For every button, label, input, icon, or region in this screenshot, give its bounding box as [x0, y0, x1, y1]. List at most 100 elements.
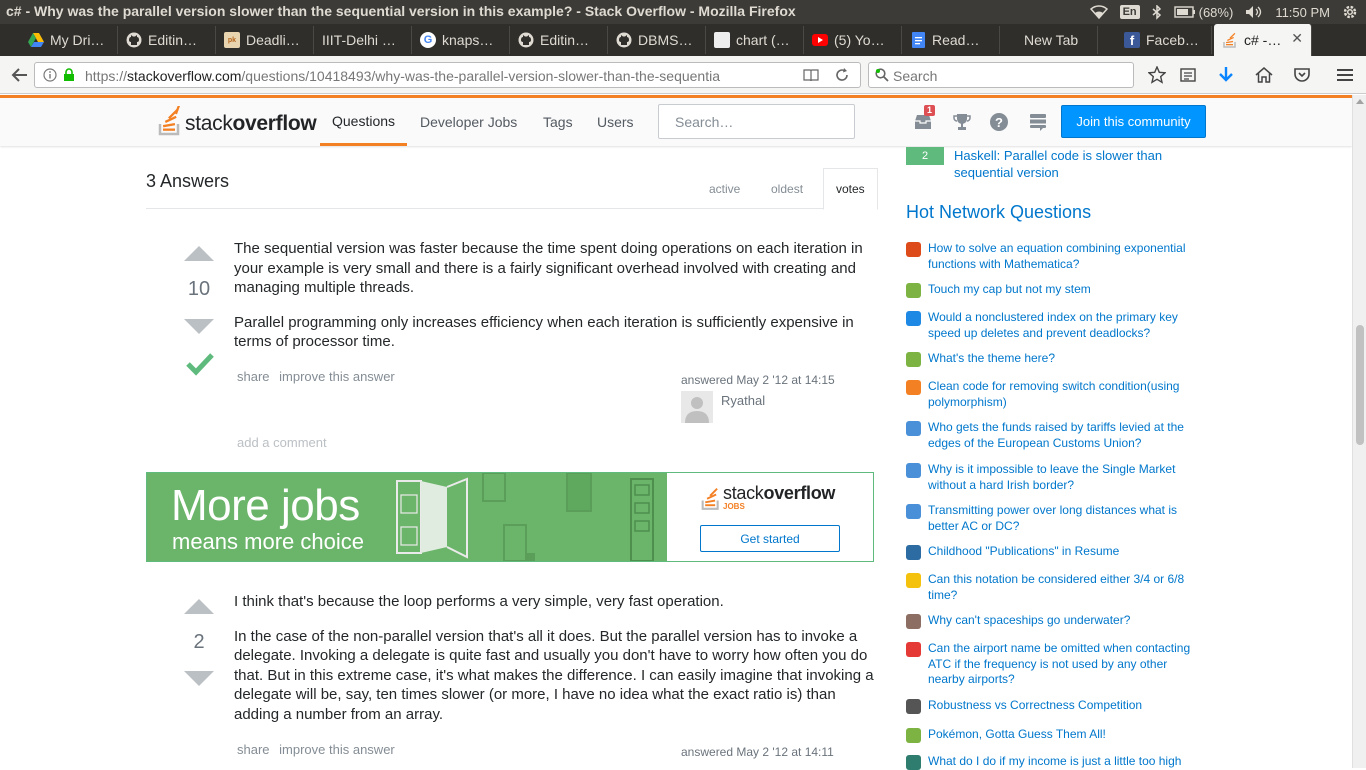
answer-body: The sequential version was faster becaus…: [234, 239, 874, 367]
browser-tab[interactable]: chart (…: [706, 26, 804, 54]
hot-network-question-link[interactable]: Can the airport name be omitted when con…: [928, 641, 1200, 688]
share-link[interactable]: share: [237, 369, 270, 384]
wifi-icon[interactable]: [1089, 5, 1108, 19]
search-bar[interactable]: Search: [868, 62, 1134, 88]
hot-network-question-link[interactable]: Would a nonclustered index on the primar…: [928, 310, 1200, 341]
reload-icon[interactable]: [835, 68, 849, 85]
hot-network-question-link[interactable]: Pokémon, Gotta Guess Them All!: [928, 727, 1200, 743]
browser-tab[interactable]: Editin…: [118, 26, 216, 54]
answer-post: 10 The sequential version was faster bec…: [146, 209, 874, 469]
avatar[interactable]: [681, 391, 713, 423]
achievements-trophy-icon[interactable]: [951, 111, 973, 133]
jobs-ad-banner[interactable]: More jobs means more choice stackoverflo…: [146, 472, 874, 562]
hot-network-question-link[interactable]: Robustness vs Correctness Competition: [928, 698, 1200, 714]
tab-label: chart (…: [736, 32, 790, 48]
lock-icon[interactable]: [63, 68, 75, 85]
hot-network-question-link[interactable]: Why is it impossible to leave the Single…: [928, 462, 1200, 493]
hot-network-question-link[interactable]: Why can't spaceships go underwater?: [928, 613, 1200, 629]
add-comment-link[interactable]: add a comment: [237, 435, 327, 450]
vote-up-arrow-icon[interactable]: [184, 246, 214, 261]
help-question-icon[interactable]: ?: [988, 111, 1010, 133]
nav-questions[interactable]: Questions: [320, 98, 408, 146]
browser-tab[interactable]: IIIT-Delhi …: [314, 26, 412, 54]
home-icon[interactable]: [1252, 63, 1276, 87]
hot-network-question-link[interactable]: Transmitting power over long distances w…: [928, 503, 1200, 534]
vote-down-arrow-icon[interactable]: [184, 671, 214, 686]
share-link[interactable]: share: [237, 742, 270, 757]
tab-label: (5) Yo…: [834, 32, 885, 48]
browser-tab[interactable]: Read…: [902, 26, 1000, 54]
sort-tab-votes[interactable]: votes: [823, 168, 878, 210]
scrollbar-thumb[interactable]: [1356, 325, 1364, 445]
user-info-card: answered May 2 '12 at 14:11: [681, 745, 881, 759]
hot-network-questions-title[interactable]: Hot Network Questions: [906, 202, 1091, 223]
nav-users[interactable]: Users: [585, 98, 646, 146]
search-icon: [875, 68, 889, 87]
browser-tab[interactable]: New Tab: [1000, 26, 1098, 54]
join-community-button[interactable]: Join this community: [1061, 105, 1206, 138]
hot-network-question-link[interactable]: Clean code for removing switch condition…: [928, 379, 1200, 410]
hot-network-question-link[interactable]: What's the theme here?: [928, 351, 1200, 367]
pocket-icon[interactable]: [1290, 63, 1314, 87]
nav-tags[interactable]: Tags: [531, 98, 585, 146]
accepted-checkmark-icon: [186, 352, 214, 381]
sort-tab-active[interactable]: active: [697, 168, 752, 209]
hot-network-question-link[interactable]: Childhood "Publications" in Resume: [928, 544, 1200, 560]
hot-network-question-link[interactable]: Can this notation be considered either 3…: [928, 572, 1200, 603]
user-name-link[interactable]: Ryathal: [721, 393, 765, 408]
sort-tab-oldest[interactable]: oldest: [759, 168, 815, 209]
hot-network-question-link[interactable]: How to solve an equation combining expon…: [928, 241, 1200, 272]
vote-count: 2: [193, 631, 205, 653]
url-bar[interactable]: https://stackoverflow.com/questions/1041…: [34, 62, 861, 88]
close-tab-icon[interactable]: ✕: [1291, 30, 1303, 47]
stackexchange-sites-icon[interactable]: [1027, 111, 1049, 133]
answers-count: 3 Answers: [146, 171, 230, 191]
browser-tab[interactable]: pk Deadli…: [216, 26, 314, 54]
hot-network-question-link[interactable]: Touch my cap but not my stem: [928, 282, 1200, 298]
politics-icon: [906, 463, 921, 478]
info-icon[interactable]: [43, 68, 57, 85]
url-text[interactable]: https://stackoverflow.com/questions/1041…: [85, 68, 790, 84]
browser-tab[interactable]: G knaps…: [412, 26, 510, 54]
browser-tab-active[interactable]: c# -… ✕: [1214, 24, 1312, 56]
download-arrow-icon[interactable]: [1214, 63, 1238, 87]
answer-post: 2 I think that's because the loop perfor…: [146, 562, 874, 768]
browser-tab[interactable]: f Faceb…: [1098, 26, 1212, 54]
volume-icon[interactable]: [1245, 5, 1263, 19]
bluetooth-icon[interactable]: [1152, 4, 1162, 20]
stackoverflow-topbar: stackoverflow Questions Developer Jobs T…: [0, 95, 1352, 146]
browser-tab[interactable]: Editin…: [510, 26, 608, 54]
vote-up-arrow-icon[interactable]: [184, 599, 214, 614]
reader-view-icon[interactable]: [803, 68, 819, 85]
tab-label: Deadli…: [246, 32, 300, 48]
improve-answer-link[interactable]: improve this answer: [279, 742, 395, 757]
hot-network-question-link[interactable]: What do I do if my income is just a litt…: [928, 754, 1200, 770]
improve-answer-link[interactable]: improve this answer: [279, 369, 395, 384]
back-arrow-icon[interactable]: [8, 63, 32, 87]
inbox-icon[interactable]: 1: [912, 105, 936, 133]
hot-network-question-link[interactable]: Who gets the funds raised by tariffs lev…: [928, 420, 1200, 451]
vote-down-arrow-icon[interactable]: [184, 319, 214, 334]
site-search-input[interactable]: Search…: [658, 104, 855, 139]
keyboard-language-indicator[interactable]: En: [1119, 5, 1140, 19]
logo-text: stackoverflow: [185, 112, 317, 135]
scroll-up-arrow-icon[interactable]: [1356, 99, 1364, 104]
aviation-icon: [906, 642, 921, 657]
reading-list-icon[interactable]: [1176, 63, 1200, 87]
settings-gear-icon[interactable]: [1342, 4, 1358, 20]
bookmark-star-icon[interactable]: [1145, 63, 1169, 87]
ad-graphic: More jobs means more choice: [147, 473, 667, 561]
clock[interactable]: 11:50 PM: [1275, 5, 1330, 20]
get-started-button[interactable]: Get started: [700, 525, 840, 552]
stackoverflow-logo[interactable]: stackoverflow: [158, 106, 317, 136]
nav-developer-jobs[interactable]: Developer Jobs: [408, 98, 529, 146]
stackoverflow-jobs-logo: stackoverflow JOBS: [701, 483, 835, 511]
related-question-link[interactable]: Haskell: Parallel code is slower than se…: [954, 147, 1194, 181]
ad-subtitle: means more choice: [172, 529, 364, 554]
battery-indicator[interactable]: (68%): [1173, 5, 1233, 20]
browser-tab[interactable]: DBMS…: [608, 26, 706, 54]
hamburger-menu-icon[interactable]: [1333, 63, 1357, 87]
browser-tab[interactable]: (5) Yo…: [804, 26, 902, 54]
browser-tab[interactable]: My Dri…: [20, 26, 118, 54]
page-scrollbar[interactable]: [1352, 95, 1366, 768]
